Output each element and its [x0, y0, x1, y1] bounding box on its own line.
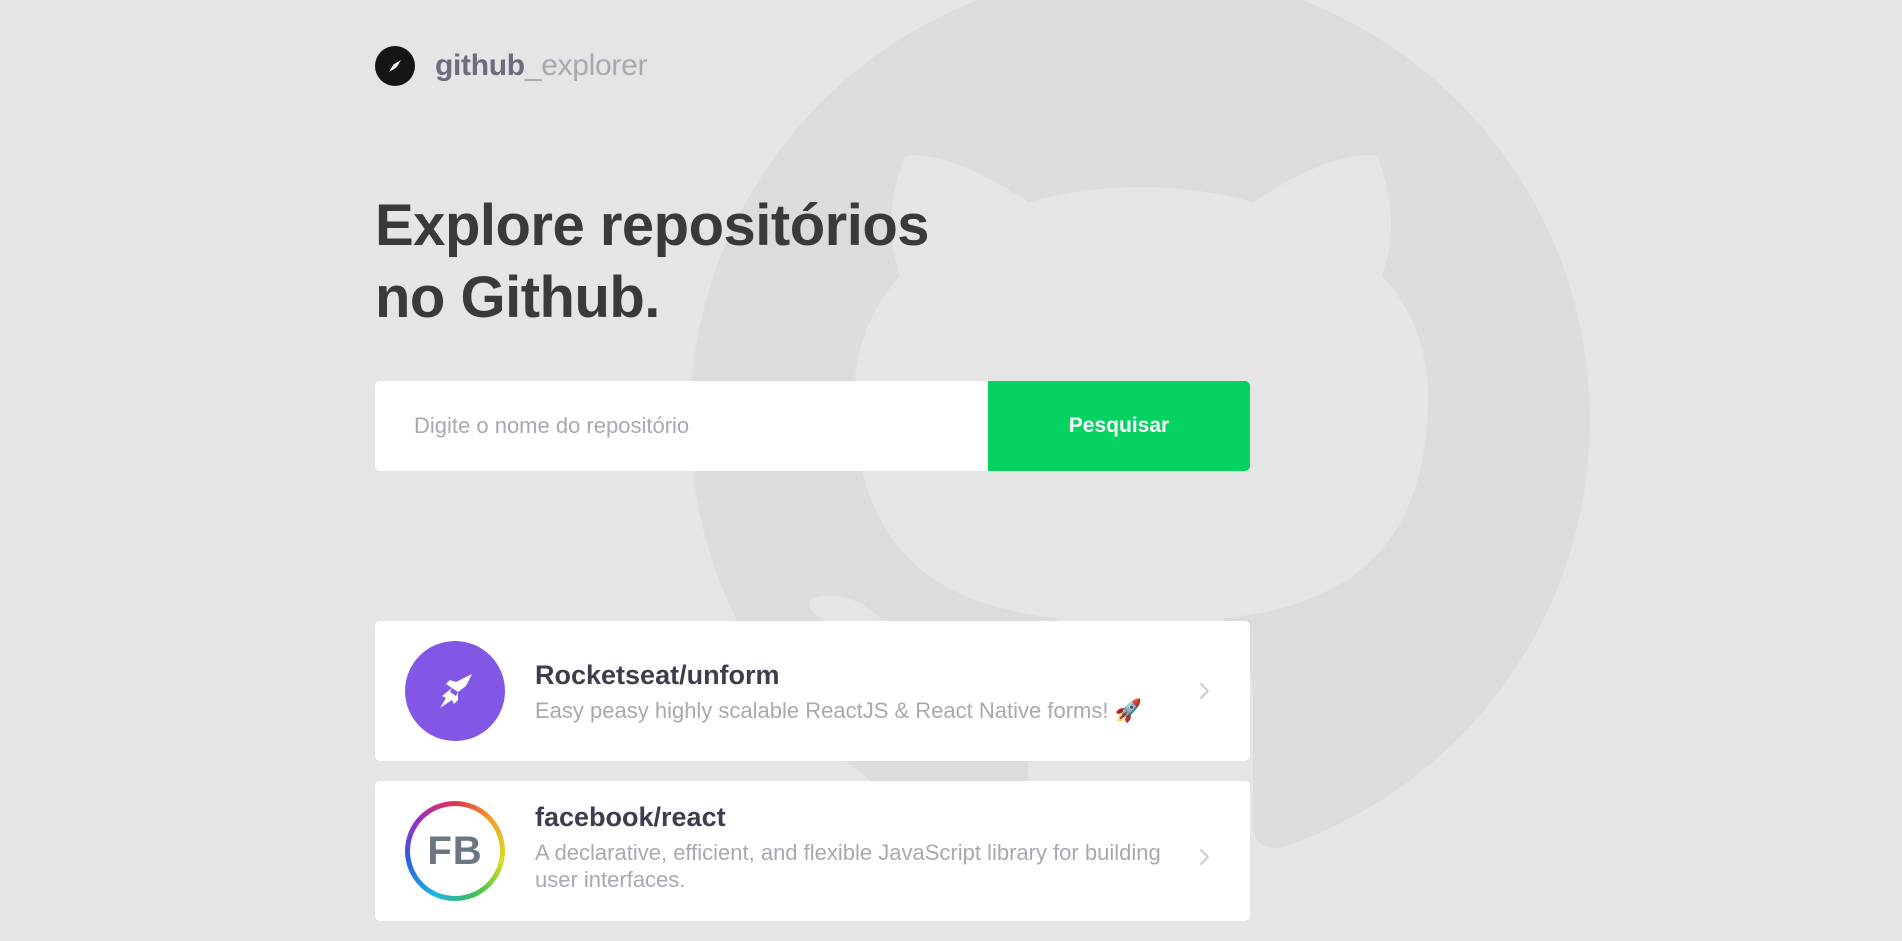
page-title-line-2: no Github. [375, 265, 660, 330]
repository-info: Rocketseat/unform Easy peasy highly scal… [535, 659, 1226, 724]
repository-name: facebook/react [535, 802, 726, 832]
compass-icon [375, 46, 415, 86]
page-title-line-1: Explore repositórios [375, 193, 930, 258]
chevron-right-icon [1200, 683, 1209, 699]
fb-logo-text: FB [410, 806, 500, 896]
unform-logo-icon [405, 641, 505, 741]
repository-card-react[interactable]: FB facebook/react A declarative, efficie… [375, 781, 1250, 921]
repository-description: Easy peasy highly scalable ReactJS & Rea… [535, 697, 1142, 723]
repository-name: Rocketseat/unform [535, 659, 780, 690]
search-input[interactable] [375, 381, 988, 471]
brand-name-primary: github [435, 49, 525, 82]
repository-info: facebook/react A declarative, efficient,… [535, 801, 1226, 893]
search-form: Pesquisar [375, 381, 1250, 471]
chevron-right-icon [1200, 849, 1209, 865]
repository-description: A declarative, efficient, and flexible J… [535, 840, 1161, 892]
brand-name: github_explorer [435, 49, 648, 83]
brand-logo[interactable]: github_explorer [375, 45, 648, 87]
repository-list: Rocketseat/unform Easy peasy highly scal… [375, 621, 1250, 941]
page-title: Explore repositórios no Github. [375, 190, 930, 334]
fb-logo-icon: FB [405, 801, 505, 901]
brand-name-secondary: _explorer [524, 49, 648, 82]
search-button[interactable]: Pesquisar [988, 381, 1250, 471]
repository-card-unform[interactable]: Rocketseat/unform Easy peasy highly scal… [375, 621, 1250, 761]
